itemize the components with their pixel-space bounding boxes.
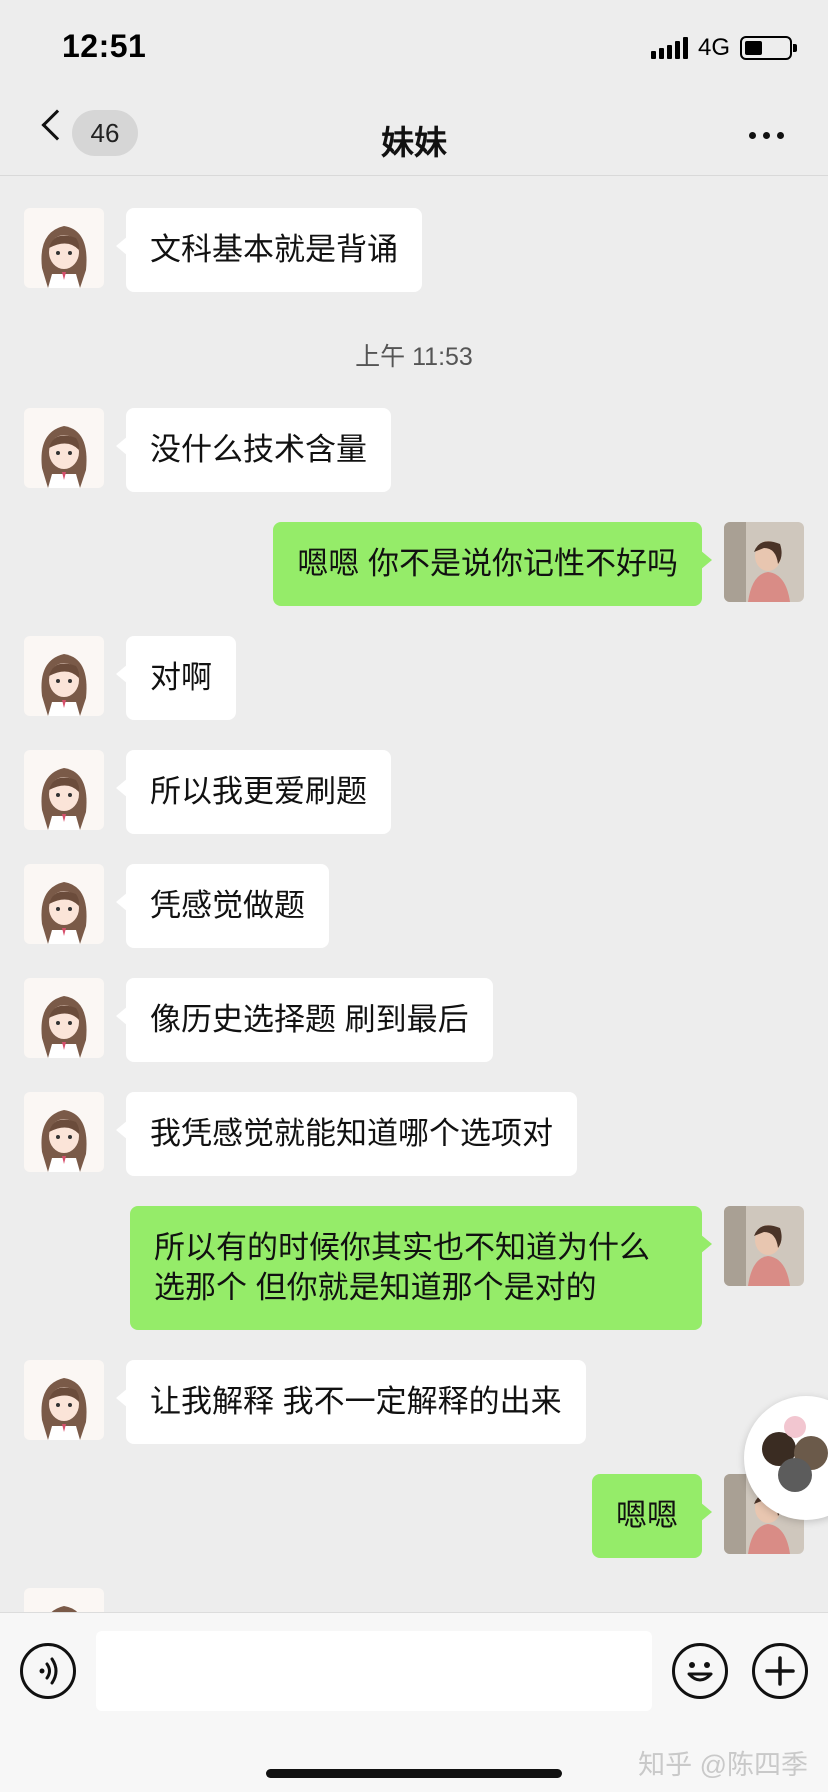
dot-icon <box>763 132 770 139</box>
mini-avatar <box>778 1458 812 1492</box>
message-row: 让我解释 我不一定解释的出来 <box>24 1360 608 1444</box>
voice-button[interactable] <box>20 1643 76 1699</box>
mini-avatar <box>784 1416 806 1438</box>
plus-button[interactable] <box>752 1643 808 1699</box>
chat-area[interactable]: 文科基本就是背诵 上午 11:53 没什么技术含量 嗯嗯 你不是说你记性不好吗 … <box>0 177 828 1613</box>
self-avatar[interactable] <box>724 522 804 602</box>
message-bubble[interactable]: 嗯嗯 <box>592 1474 712 1558</box>
input-bar: 知乎 @陈四季 <box>0 1612 828 1792</box>
battery-icon <box>740 36 797 60</box>
message-bubble[interactable]: 让我解释 我不一定解释的出来 <box>116 1360 586 1444</box>
message-row: 所以有的时候你其实也不知道为什么选那个 但你就是知道那个是对的 <box>108 1206 804 1330</box>
nav-bar: 46 妹妹 <box>0 96 828 176</box>
dot-icon <box>777 132 784 139</box>
emoji-button[interactable] <box>672 1643 728 1699</box>
more-options-button[interactable] <box>749 132 784 139</box>
emoji-icon <box>687 1662 713 1682</box>
message-bubble[interactable]: 所以有的时候你其实也不知道为什么选那个 但你就是知道那个是对的 <box>130 1206 712 1330</box>
status-time: 12:51 <box>62 28 147 64</box>
message-bubble[interactable]: 所以我更爱刷题 <box>116 750 391 834</box>
home-indicator[interactable] <box>266 1769 562 1778</box>
contact-avatar[interactable] <box>24 408 104 488</box>
message-row: 像历史选择题 刷到最后 <box>24 978 515 1062</box>
status-bar: 12:51 4G <box>0 0 828 96</box>
plus-icon <box>765 1656 795 1686</box>
network-type: 4G <box>697 34 730 61</box>
message-row: 我凭感觉就能知道哪个选项对 <box>24 1092 599 1176</box>
message-row: 所以我更爱刷题 <box>24 750 413 834</box>
contact-avatar[interactable] <box>24 208 104 288</box>
message-row: 文科基本就是背诵 <box>24 208 444 292</box>
message-row: 凭感觉做题 <box>24 864 351 948</box>
contact-avatar[interactable] <box>24 864 104 944</box>
watermark: 知乎 @陈四季 <box>638 1750 808 1780</box>
message-row: 嗯嗯 你不是说你记性不好吗 <box>251 522 804 606</box>
message-bubble[interactable]: 嗯嗯 你不是说你记性不好吗 <box>273 522 712 606</box>
message-bubble[interactable]: 凭感觉做题 <box>116 864 329 948</box>
voice-icon <box>39 1657 58 1685</box>
message-row: 没什么技术含量 <box>24 408 413 492</box>
message-row: 对啊 <box>24 636 258 720</box>
message-bubble[interactable]: 像历史选择题 刷到最后 <box>116 978 493 1062</box>
battery-level <box>745 41 762 55</box>
message-bubble[interactable]: 对啊 <box>116 636 236 720</box>
dot-icon <box>749 132 756 139</box>
contact-avatar[interactable] <box>24 1092 104 1172</box>
status-icons: 4G <box>650 34 797 62</box>
message-input[interactable] <box>96 1631 652 1711</box>
message-bubble[interactable]: 没什么技术含量 <box>116 408 391 492</box>
chat-title: 妹妹 <box>381 124 447 161</box>
contact-avatar[interactable] <box>24 978 104 1058</box>
message-row <box>24 1588 104 1613</box>
message-bubble[interactable]: 文科基本就是背诵 <box>116 208 422 292</box>
message-timestamp: 上午 11:53 <box>355 343 473 371</box>
message-bubble[interactable]: 我凭感觉就能知道哪个选项对 <box>116 1092 577 1176</box>
contact-avatar[interactable] <box>24 636 104 716</box>
self-avatar[interactable] <box>724 1206 804 1286</box>
contact-avatar[interactable] <box>24 1588 104 1613</box>
contact-avatar[interactable] <box>24 1360 104 1440</box>
contact-avatar[interactable] <box>24 750 104 830</box>
signal-icon <box>650 37 688 59</box>
